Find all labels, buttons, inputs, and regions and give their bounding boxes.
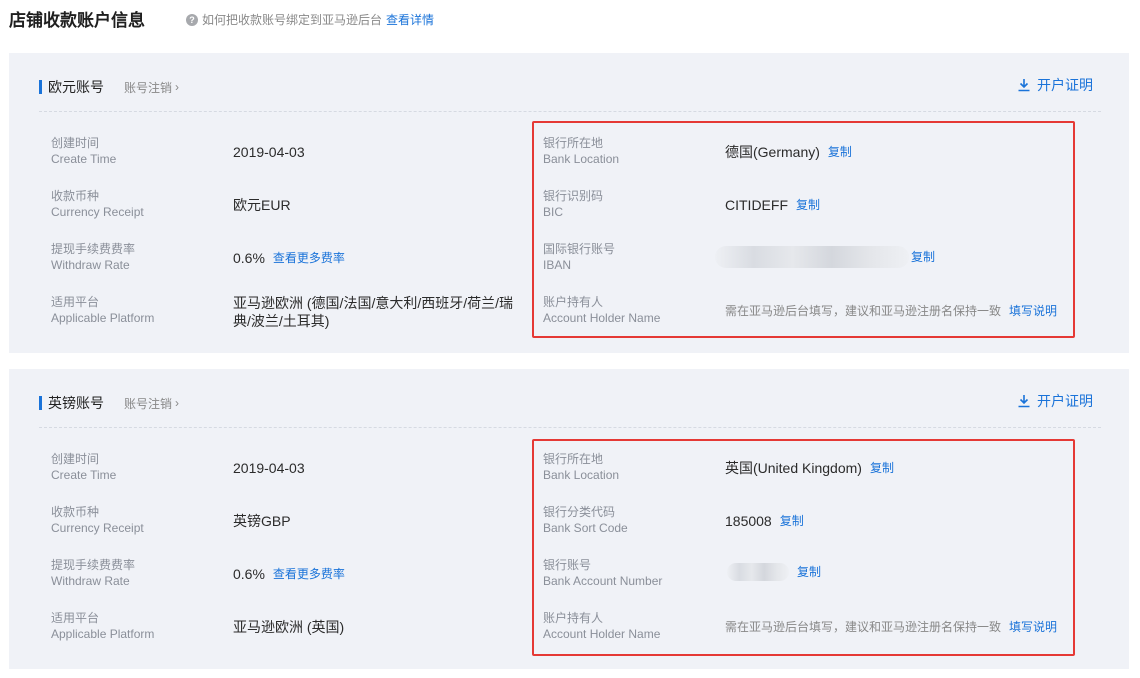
certificate-download-button[interactable]: 开户证明 <box>1017 391 1093 411</box>
copy-button[interactable]: 复制 <box>870 459 894 477</box>
card-header: 英镑账号 账号注销 › <box>39 394 179 412</box>
account-holder-label: 账户持有人 Account Holder Name <box>543 295 661 325</box>
create-time-value: 2019-04-03 <box>233 460 305 476</box>
copy-button[interactable]: 复制 <box>797 563 821 581</box>
question-icon: ? <box>186 13 198 26</box>
currency-label: 收款币种 Currency Receipt <box>51 505 144 535</box>
copy-button[interactable]: 复制 <box>828 143 852 161</box>
gbp-account-card: 英镑账号 账号注销 › 开户证明 创建时间 Create Time 2019-04… <box>9 369 1129 669</box>
withdraw-rate-value: 0.6% 查看更多费率 <box>233 249 345 267</box>
account-holder-value: 需在亚马逊后台填写，建议和亚马逊注册名保持一致 填写说明 <box>725 302 1057 320</box>
more-rates-link[interactable]: 查看更多费率 <box>273 249 345 267</box>
platform-value: 亚马逊欧洲 (英国) <box>233 619 345 635</box>
chevron-right-icon: › <box>175 80 180 94</box>
sort-code-label: 银行分类代码 Bank Sort Code <box>543 505 628 535</box>
divider <box>39 111 1101 112</box>
help-text: 如何把收款账号绑定到亚马逊后台 <box>202 13 383 27</box>
account-number-value: 复制 <box>727 563 821 581</box>
title-accent-bar <box>39 396 42 410</box>
sort-code-value: 185008 复制 <box>725 512 804 530</box>
card-title: 欧元账号 <box>48 79 104 95</box>
title-accent-bar <box>39 80 42 94</box>
currency-value: 英镑GBP <box>233 513 291 529</box>
bic-value: CITIDEFF 复制 <box>725 196 821 214</box>
withdraw-rate-label: 提现手续费费率 Withdraw Rate <box>51 242 136 272</box>
platform-value: 亚马逊欧洲 (德国/法国/意大利/西班牙/荷兰/瑞典/波兰/土耳其) <box>233 295 513 329</box>
platform-label: 适用平台 Applicable Platform <box>51 611 155 641</box>
chevron-right-icon: › <box>175 396 180 410</box>
currency-label: 收款币种 Currency Receipt <box>51 189 144 219</box>
masked-account-number <box>715 246 909 268</box>
withdraw-rate-label: 提现手续费费率 Withdraw Rate <box>51 558 136 588</box>
iban-label: 国际银行账号 IBAN <box>543 242 616 272</box>
account-holder-value: 需在亚马逊后台填写，建议和亚马逊注册名保持一致 填写说明 <box>725 618 1057 636</box>
download-icon <box>1018 79 1030 92</box>
more-rates-link[interactable]: 查看更多费率 <box>273 565 345 583</box>
divider <box>39 427 1101 428</box>
eur-account-card: 欧元账号 账号注销 › 开户证明 创建时间 Create Time 2019-04… <box>9 53 1129 353</box>
create-time-value: 2019-04-03 <box>233 144 305 160</box>
iban-value: 复制 <box>715 246 935 268</box>
page-header: 店铺收款账户信息 <box>9 6 145 30</box>
account-number-label: 银行账号 Bank Account Number <box>543 558 663 588</box>
cancel-account-link[interactable]: 账号注销 › <box>124 395 179 412</box>
copy-button[interactable]: 复制 <box>796 196 820 214</box>
certificate-label: 开户证明 <box>1037 393 1093 409</box>
holder-note: 需在亚马逊后台填写，建议和亚马逊注册名保持一致 <box>725 620 1002 634</box>
certificate-download-button[interactable]: 开户证明 <box>1017 75 1093 95</box>
card-header: 欧元账号 账号注销 › <box>39 78 179 96</box>
bank-location-value: 德国(Germany) 复制 <box>725 143 852 161</box>
copy-button[interactable]: 复制 <box>780 512 804 530</box>
download-icon <box>1018 395 1030 408</box>
bank-location-label: 银行所在地 Bank Location <box>543 136 620 166</box>
fill-guide-link[interactable]: 填写说明 <box>1009 618 1057 636</box>
masked-account-number <box>727 563 789 581</box>
account-holder-label: 账户持有人 Account Holder Name <box>543 611 661 641</box>
copy-button[interactable]: 复制 <box>911 248 935 266</box>
card-title: 英镑账号 <box>48 395 104 411</box>
create-time-label: 创建时间 Create Time <box>51 452 117 482</box>
bic-label: 银行识别码 BIC <box>543 189 604 219</box>
fill-guide-link[interactable]: 填写说明 <box>1009 302 1057 320</box>
page-title: 店铺收款账户信息 <box>9 10 145 30</box>
cancel-account-link[interactable]: 账号注销 › <box>124 79 179 96</box>
bank-location-value: 英国(United Kingdom) 复制 <box>725 459 894 477</box>
holder-note: 需在亚马逊后台填写，建议和亚马逊注册名保持一致 <box>725 304 1002 318</box>
create-time-label: 创建时间 Create Time <box>51 136 117 166</box>
bank-location-label: 银行所在地 Bank Location <box>543 452 620 482</box>
currency-value: 欧元EUR <box>233 197 291 213</box>
certificate-label: 开户证明 <box>1037 77 1093 93</box>
help-hint: ? 如何把收款账号绑定到亚马逊后台 查看详情 <box>186 11 434 28</box>
help-details-link[interactable]: 查看详情 <box>386 11 434 28</box>
withdraw-rate-value: 0.6% 查看更多费率 <box>233 565 345 583</box>
platform-label: 适用平台 Applicable Platform <box>51 295 155 325</box>
cancel-account-label: 账号注销 <box>124 396 173 411</box>
cancel-account-label: 账号注销 <box>124 80 173 95</box>
